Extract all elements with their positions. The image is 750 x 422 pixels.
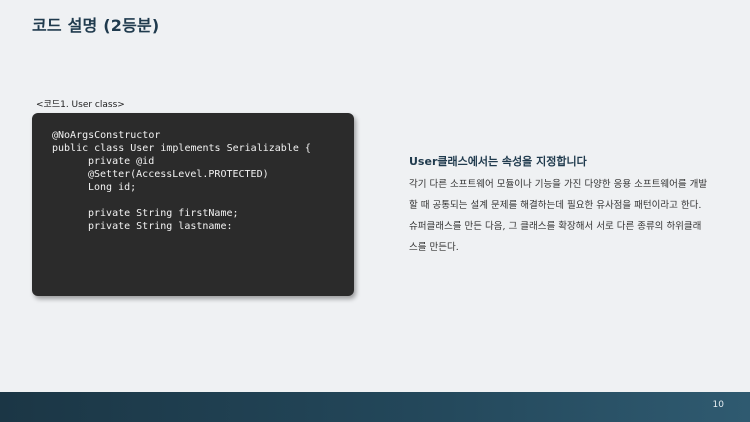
page-number: 10 — [712, 400, 724, 410]
code-line: Long id; — [88, 182, 137, 193]
description-body: 각기 다른 소프트웨어 모듈이나 기능을 가진 다양한 응용 소프트웨어를 개발… — [409, 179, 708, 253]
code-block: @NoArgsConstructor public class User imp… — [32, 113, 354, 296]
footer-bar: 10 — [0, 392, 750, 422]
code-line: private @id — [88, 156, 155, 167]
code-line: public class User implements Serializabl… — [52, 143, 311, 154]
code-caption: <코드1. User class> — [36, 100, 125, 110]
code-line: private String firstName; — [88, 208, 239, 219]
slide-title: 코드 설명 (2등분) — [32, 16, 160, 35]
code-line: @NoArgsConstructor — [52, 130, 161, 141]
code-line: private String lastname: — [88, 221, 233, 232]
code-lines: @NoArgsConstructor public class User imp… — [52, 129, 311, 233]
description-heading: User클래스에서는 속성을 지정합니다 — [409, 155, 587, 168]
code-line: @Setter(AccessLevel.PROTECTED) — [88, 169, 269, 180]
